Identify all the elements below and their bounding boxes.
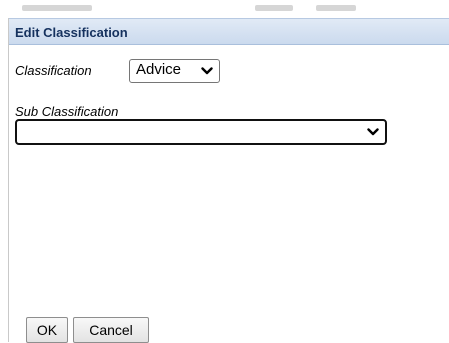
classification-select[interactable]: Advice: [129, 59, 220, 83]
classification-selected-value: Advice: [136, 61, 182, 78]
cancel-button[interactable]: Cancel: [73, 317, 149, 343]
sub-classification-select[interactable]: [15, 119, 387, 145]
dialog-title: Edit Classification: [15, 25, 128, 40]
sub-classification-label: Sub Classification: [15, 104, 119, 119]
background-text-fragment: [22, 5, 92, 11]
background-text-fragment: [255, 5, 293, 11]
dialog-titlebar: Edit Classification: [9, 18, 449, 45]
chevron-down-icon: [201, 67, 213, 75]
classification-label: Classification: [15, 63, 92, 78]
ok-button[interactable]: OK: [26, 317, 68, 343]
background-page-strip: [0, 0, 449, 18]
chevron-down-icon: [367, 128, 379, 136]
edit-classification-dialog: Edit Classification Classification Advic…: [8, 18, 449, 343]
background-text-fragment: [316, 5, 356, 11]
